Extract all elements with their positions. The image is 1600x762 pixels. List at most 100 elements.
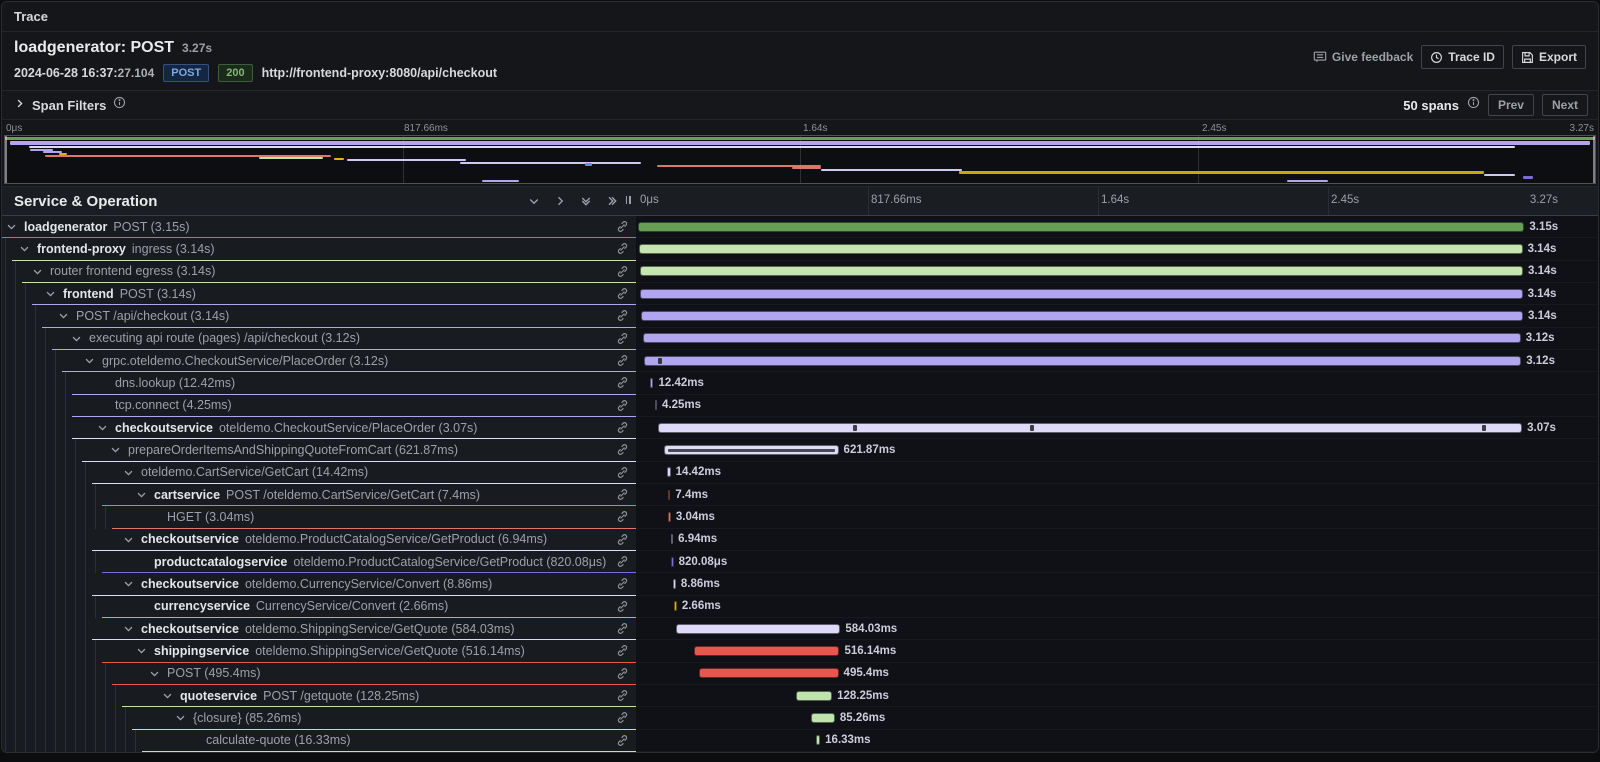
- link-icon[interactable]: [616, 555, 636, 568]
- span-row[interactable]: oteldemo.CartService/GetCart (14.42ms)14…: [2, 462, 1598, 484]
- chevron-down-icon[interactable]: [32, 266, 44, 277]
- span-row[interactable]: checkoutserviceoteldemo.CurrencyService/…: [2, 573, 1598, 595]
- span-name-cell[interactable]: productcatalogserviceoteldemo.ProductCat…: [2, 551, 636, 573]
- chevron-down-icon[interactable]: [162, 690, 174, 701]
- span-name-cell[interactable]: checkoutserviceoteldemo.ProductCatalogSe…: [2, 529, 636, 551]
- chevron-down-icon[interactable]: [175, 712, 187, 723]
- chevron-down-icon[interactable]: [123, 623, 135, 634]
- link-icon[interactable]: [616, 332, 636, 345]
- chevron-down-icon[interactable]: [149, 668, 161, 679]
- span-filters-toggle[interactable]: Span Filters: [14, 96, 126, 114]
- chevron-down-icon[interactable]: [84, 355, 96, 366]
- span-row[interactable]: executing api route (pages) /api/checkou…: [2, 328, 1598, 350]
- span-name-cell[interactable]: oteldemo.CartService/GetCart (14.42ms): [2, 462, 636, 484]
- span-name-cell[interactable]: prepareOrderItemsAndShippingQuoteFromCar…: [2, 439, 636, 461]
- link-icon[interactable]: [616, 644, 636, 657]
- chevron-down-icon[interactable]: [58, 310, 70, 321]
- span-row[interactable]: loadgeneratorPOST (3.15s)3.15s: [2, 216, 1598, 238]
- span-bar[interactable]: [650, 378, 653, 388]
- link-icon[interactable]: [616, 577, 636, 590]
- link-icon[interactable]: [616, 421, 636, 434]
- chevron-down-icon[interactable]: [71, 333, 83, 344]
- span-name-cell[interactable]: POST (495.4ms): [2, 663, 636, 685]
- span-bar[interactable]: [655, 400, 658, 410]
- span-row[interactable]: currencyserviceCurrencyService/Convert (…: [2, 596, 1598, 618]
- minimap-brush-handle[interactable]: [5, 136, 7, 183]
- link-icon[interactable]: [616, 533, 636, 546]
- trace-minimap[interactable]: 0μs817.66ms1.64s2.45s3.27s: [2, 120, 1598, 186]
- span-bar[interactable]: [796, 691, 832, 701]
- span-bar[interactable]: [658, 423, 1522, 433]
- span-row[interactable]: grpc.oteldemo.CheckoutService/PlaceOrder…: [2, 350, 1598, 372]
- span-name-cell[interactable]: frontendPOST (3.14s): [2, 283, 636, 305]
- span-name-cell[interactable]: POST /api/checkout (3.14s): [2, 305, 636, 327]
- link-icon[interactable]: [616, 443, 636, 456]
- span-name-cell[interactable]: executing api route (pages) /api/checkou…: [2, 328, 636, 350]
- chevron-down-icon[interactable]: [136, 645, 148, 656]
- span-row[interactable]: shippingserviceoteldemo.ShippingService/…: [2, 640, 1598, 662]
- span-bar[interactable]: [639, 244, 1522, 254]
- span-row[interactable]: calculate-quote (16.33ms)16.33ms: [2, 730, 1598, 752]
- link-icon[interactable]: [616, 265, 636, 278]
- span-bar[interactable]: [664, 445, 839, 455]
- span-bar[interactable]: [699, 668, 839, 678]
- link-icon[interactable]: [616, 354, 636, 367]
- link-icon[interactable]: [616, 622, 636, 635]
- span-name-cell[interactable]: shippingserviceoteldemo.ShippingService/…: [2, 640, 636, 662]
- span-bar[interactable]: [674, 601, 677, 611]
- span-row[interactable]: {closure} (85.26ms)85.26ms: [2, 707, 1598, 729]
- chevron-down-icon[interactable]: [45, 288, 57, 299]
- span-name-cell[interactable]: checkoutserviceoteldemo.ShippingService/…: [2, 618, 636, 640]
- link-icon[interactable]: [616, 667, 636, 680]
- span-row[interactable]: POST (495.4ms)495.4ms: [2, 663, 1598, 685]
- span-name-cell[interactable]: HGET (3.04ms): [2, 506, 636, 528]
- give-feedback-button[interactable]: Give feedback: [1313, 45, 1413, 69]
- span-row[interactable]: tcp.connect (4.25ms)4.25ms: [2, 395, 1598, 417]
- link-icon[interactable]: [616, 309, 636, 322]
- span-bar[interactable]: [640, 289, 1522, 299]
- span-name-cell[interactable]: quoteservicePOST /getquote (128.25ms): [2, 685, 636, 707]
- span-row[interactable]: router frontend egress (3.14s)3.14s: [2, 261, 1598, 283]
- chevron-down-icon[interactable]: [6, 221, 18, 232]
- span-name-cell[interactable]: router frontend egress (3.14s): [2, 261, 636, 283]
- link-icon[interactable]: [616, 399, 636, 412]
- expand-all-icon[interactable]: [606, 195, 618, 207]
- span-row[interactable]: HGET (3.04ms)3.04ms: [2, 506, 1598, 528]
- span-name-cell[interactable]: cartservicePOST /oteldemo.CartService/Ge…: [2, 484, 636, 506]
- collapse-one-icon[interactable]: [528, 195, 540, 207]
- prev-button[interactable]: Prev: [1488, 94, 1534, 116]
- span-row[interactable]: quoteservicePOST /getquote (128.25ms)128…: [2, 685, 1598, 707]
- expand-one-icon[interactable]: [554, 195, 566, 207]
- collapse-all-icon[interactable]: [580, 195, 592, 207]
- span-name-cell[interactable]: calculate-quote (16.33ms): [2, 730, 636, 752]
- span-row[interactable]: checkoutserviceoteldemo.ProductCatalogSe…: [2, 529, 1598, 551]
- span-row[interactable]: frontendPOST (3.14s)3.14s: [2, 283, 1598, 305]
- export-button[interactable]: Export: [1512, 45, 1586, 69]
- link-icon[interactable]: [616, 711, 636, 724]
- span-name-cell[interactable]: tcp.connect (4.25ms): [2, 395, 636, 417]
- column-resize-handle[interactable]: [624, 196, 632, 207]
- span-bar[interactable]: [644, 356, 1522, 366]
- link-icon[interactable]: [616, 242, 636, 255]
- span-row[interactable]: checkoutserviceoteldemo.CheckoutService/…: [2, 417, 1598, 439]
- chevron-down-icon[interactable]: [136, 489, 148, 500]
- span-row[interactable]: frontend-proxyingress (3.14s)3.14s: [2, 238, 1598, 260]
- link-icon[interactable]: [616, 220, 636, 233]
- chevron-down-icon[interactable]: [123, 467, 135, 478]
- link-icon[interactable]: [616, 689, 636, 702]
- link-icon[interactable]: [616, 376, 636, 389]
- chevron-down-icon[interactable]: [123, 534, 135, 545]
- span-bar[interactable]: [671, 534, 674, 544]
- chevron-down-icon[interactable]: [123, 578, 135, 589]
- span-bar[interactable]: [673, 579, 676, 589]
- span-bar[interactable]: [671, 557, 674, 567]
- span-bar[interactable]: [694, 646, 839, 656]
- link-icon[interactable]: [616, 734, 636, 747]
- span-bar[interactable]: [668, 512, 671, 522]
- span-name-cell[interactable]: grpc.oteldemo.CheckoutService/PlaceOrder…: [2, 350, 636, 372]
- span-name-cell[interactable]: loadgeneratorPOST (3.15s): [2, 216, 636, 238]
- link-icon[interactable]: [616, 488, 636, 501]
- chevron-down-icon[interactable]: [97, 422, 109, 433]
- link-icon[interactable]: [616, 510, 636, 523]
- span-name-cell[interactable]: checkoutserviceoteldemo.CheckoutService/…: [2, 417, 636, 439]
